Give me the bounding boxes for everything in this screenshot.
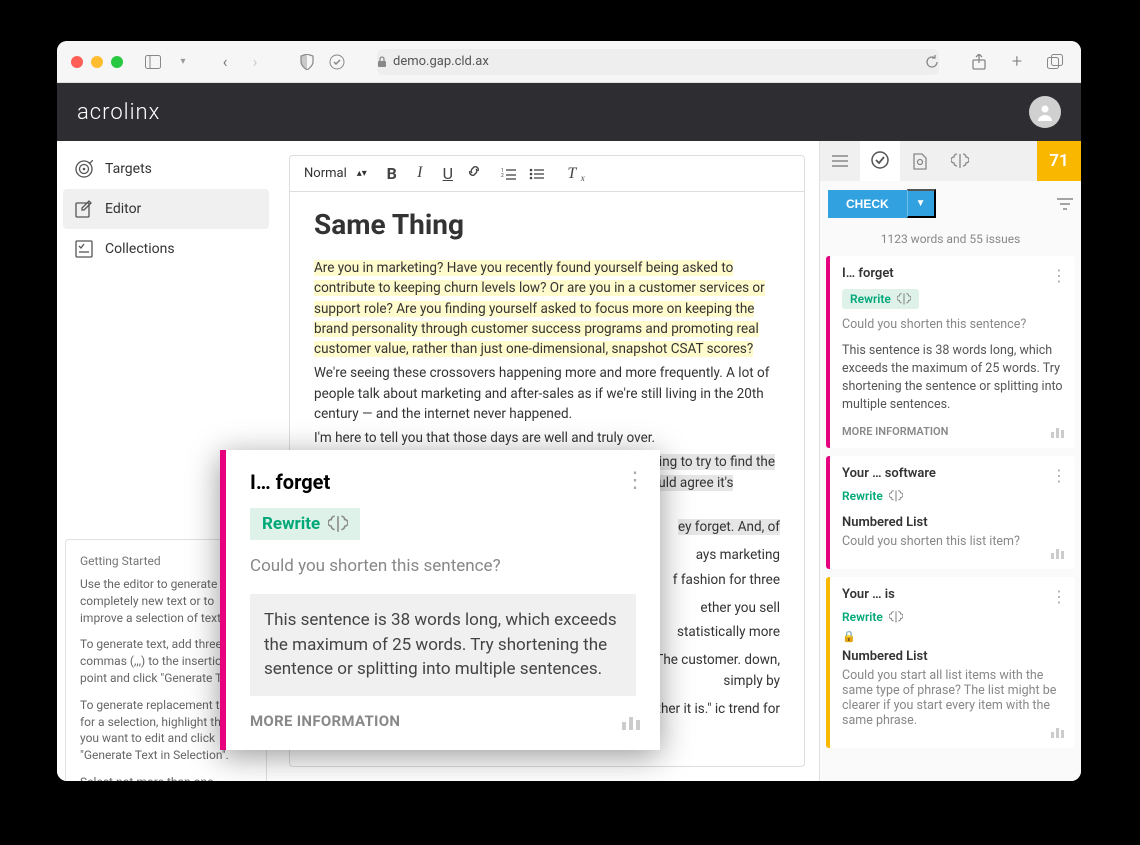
chart-icon[interactable] bbox=[1051, 726, 1065, 738]
issues-list: ⋮ I… forget Rewrite Could you shorten th… bbox=[820, 256, 1081, 781]
bullet-list-button[interactable] bbox=[529, 168, 547, 180]
help-text: Select not more than one paragrapha at a… bbox=[80, 774, 252, 781]
close-window-button[interactable] bbox=[71, 56, 83, 68]
chart-icon[interactable] bbox=[1051, 426, 1065, 438]
brain-icon bbox=[889, 489, 903, 503]
svg-text:2: 2 bbox=[501, 173, 504, 179]
issue-title: Your … software bbox=[842, 466, 1063, 481]
sidebar-item-label: Targets bbox=[105, 161, 152, 177]
rewrite-chip[interactable]: Rewrite bbox=[842, 289, 919, 309]
issue-explanation: This sentence is 38 words long, which ex… bbox=[842, 342, 1063, 415]
shield-icon[interactable] bbox=[295, 50, 319, 74]
acrolinx-score[interactable]: 71 bbox=[1037, 141, 1081, 181]
forward-button[interactable]: › bbox=[243, 50, 267, 74]
issue-title: I… forget bbox=[842, 266, 1063, 281]
app-header: acrolinx bbox=[57, 83, 1081, 141]
document-text: I'm here to tell you that those days are… bbox=[314, 428, 780, 448]
share-icon[interactable] bbox=[967, 50, 991, 74]
brain-icon bbox=[889, 610, 903, 624]
issue-question: Could you start all list items with the … bbox=[842, 668, 1063, 728]
issue-subtitle: Numbered List bbox=[842, 649, 1063, 664]
check-badge-icon[interactable] bbox=[325, 50, 349, 74]
chart-icon[interactable] bbox=[1051, 547, 1065, 559]
sidebar-item-label: Editor bbox=[105, 201, 141, 217]
checklist-icon bbox=[75, 240, 93, 258]
tabs-icon[interactable] bbox=[1043, 50, 1067, 74]
bold-button[interactable]: B bbox=[383, 164, 401, 183]
sidebar-item-collections[interactable]: Collections bbox=[57, 229, 275, 269]
issue-card[interactable]: ⋮ I… forget Rewrite Could you shorten th… bbox=[826, 256, 1075, 448]
url-text: demo.gap.cld.ax bbox=[393, 54, 489, 69]
user-avatar[interactable] bbox=[1029, 96, 1061, 128]
rewrite-chip[interactable]: Rewrite bbox=[250, 508, 360, 540]
panel-tabs: 71 bbox=[820, 141, 1081, 181]
sidebar-item-targets[interactable]: Targets bbox=[57, 149, 275, 189]
zoom-window-button[interactable] bbox=[111, 56, 123, 68]
document-text: We're seeing these crossovers happening … bbox=[314, 363, 780, 424]
issue-card[interactable]: ⋮ Your … software Rewrite Numbered List … bbox=[826, 456, 1075, 569]
lock-icon: 🔒 bbox=[842, 630, 1063, 643]
more-icon[interactable]: ⋮ bbox=[1051, 266, 1067, 285]
issue-question: Could you shorten this list item? bbox=[842, 534, 1063, 549]
format-select[interactable]: Normal ▴▾ bbox=[304, 166, 367, 181]
new-tab-icon[interactable]: + bbox=[1005, 50, 1029, 74]
link-button[interactable] bbox=[467, 164, 485, 183]
minimize-window-button[interactable] bbox=[91, 56, 103, 68]
issue-popup: ⋮ I… forget Rewrite Could you shorten th… bbox=[220, 450, 660, 750]
brain-icon bbox=[328, 514, 348, 534]
issue-card[interactable]: ⋮ Your … is Rewrite 🔒 Numbered List Coul… bbox=[826, 577, 1075, 748]
acrolinx-panel: 71 CHECK ▼ 1123 words and 55 issues ⋮ I…… bbox=[819, 141, 1081, 781]
edit-icon bbox=[75, 200, 93, 218]
check-dropdown[interactable]: ▼ bbox=[907, 189, 936, 218]
menu-icon[interactable] bbox=[820, 141, 860, 181]
stats-text: 1123 words and 55 issues bbox=[820, 226, 1081, 256]
rewrite-action[interactable]: Rewrite bbox=[842, 489, 903, 503]
back-button[interactable]: ‹ bbox=[213, 50, 237, 74]
brain-icon bbox=[897, 292, 911, 306]
more-icon[interactable]: ⋮ bbox=[1051, 587, 1067, 606]
more-icon[interactable]: ⋮ bbox=[624, 468, 646, 493]
popup-explanation: This sentence is 38 words long, which ex… bbox=[250, 594, 636, 696]
issue-title: Your … is bbox=[842, 587, 1063, 602]
brand-logo: acrolinx bbox=[77, 100, 160, 125]
issue-question: Could you shorten this sentence? bbox=[842, 317, 1063, 332]
popup-title: I… forget bbox=[250, 470, 636, 494]
brain-tab-icon[interactable] bbox=[940, 141, 980, 181]
clear-format-button[interactable]: Tx bbox=[563, 165, 581, 183]
filter-icon[interactable] bbox=[1057, 197, 1073, 211]
titlebar: ▾ ‹ › demo.gap.cld.ax + bbox=[57, 41, 1081, 83]
lock-icon bbox=[377, 56, 387, 68]
document-text: Are you in marketing? Have you recently … bbox=[314, 260, 765, 357]
editor-toolbar: Normal ▴▾ B I U 12 Tx bbox=[289, 155, 805, 192]
popup-question: Could you shorten this sentence? bbox=[250, 556, 636, 576]
underline-button[interactable]: U bbox=[439, 164, 457, 183]
document-text: ey forget. And, of bbox=[678, 519, 780, 535]
chevron-down-icon[interactable]: ▾ bbox=[171, 50, 195, 74]
address-bar[interactable]: demo.gap.cld.ax bbox=[377, 49, 939, 75]
sidebar-item-label: Collections bbox=[105, 241, 175, 257]
check-row: CHECK ▼ bbox=[820, 181, 1081, 226]
issue-subtitle: Numbered List bbox=[842, 515, 1063, 530]
more-information-link[interactable]: MORE INFORMATION bbox=[842, 425, 1063, 438]
sidebar-toggle-icon[interactable] bbox=[141, 50, 165, 74]
italic-button[interactable]: I bbox=[411, 164, 429, 183]
check-tab-icon[interactable] bbox=[860, 141, 900, 181]
sidebar-item-editor[interactable]: Editor bbox=[63, 189, 269, 229]
target-icon bbox=[75, 160, 93, 178]
traffic-lights bbox=[71, 56, 123, 68]
ordered-list-button[interactable]: 12 bbox=[501, 168, 519, 180]
more-information-link[interactable]: MORE INFORMATION bbox=[250, 712, 636, 730]
document-tab-icon[interactable] bbox=[900, 141, 940, 181]
more-icon[interactable]: ⋮ bbox=[1051, 466, 1067, 485]
rewrite-action[interactable]: Rewrite bbox=[842, 610, 903, 624]
check-button[interactable]: CHECK bbox=[828, 190, 907, 218]
chart-icon[interactable] bbox=[622, 714, 642, 730]
reload-icon[interactable] bbox=[925, 55, 939, 69]
document-heading: Same Thing bbox=[314, 204, 780, 246]
